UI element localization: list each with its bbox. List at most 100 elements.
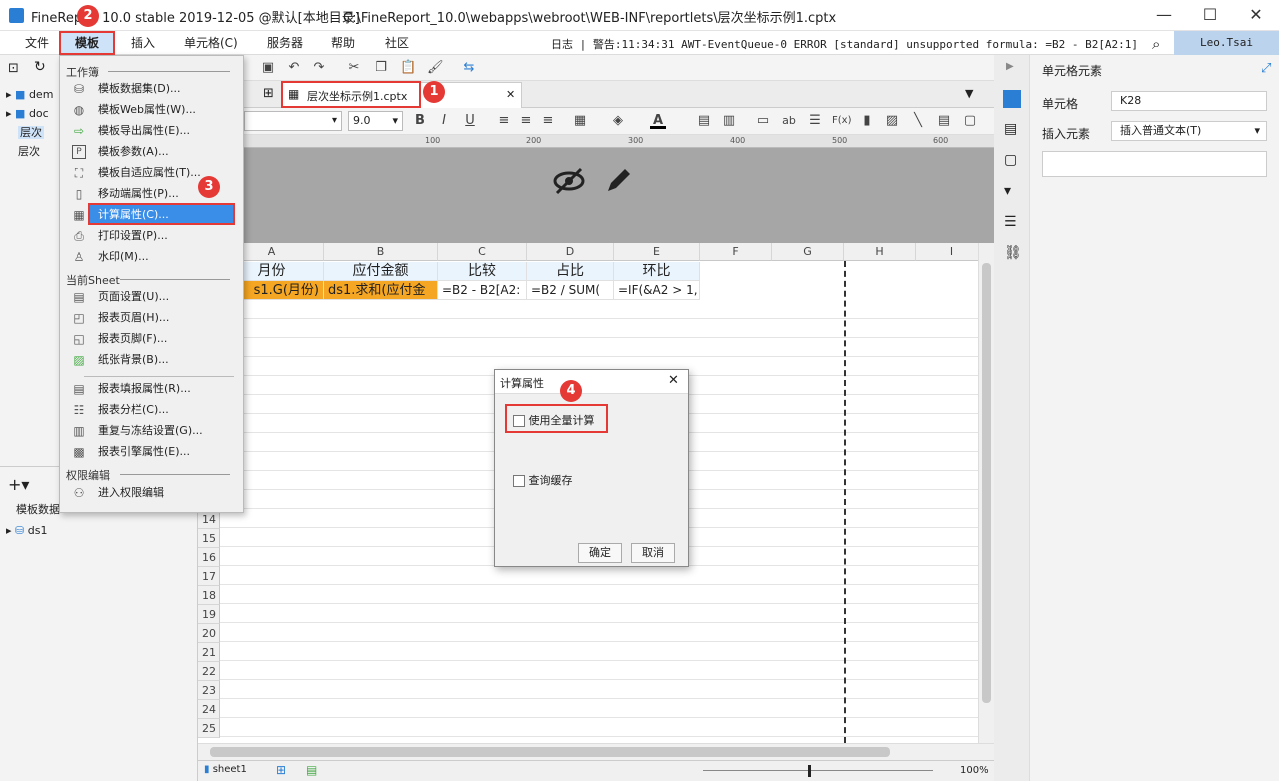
log-message[interactable]: 日志 | 警告:11:34:31 AWT-EventQueue-0 ERROR … — [551, 36, 1138, 52]
menu-item-print[interactable]: ⎙ 打印设置(P)... — [64, 226, 240, 246]
user-name[interactable]: Leo.Tsai — [1174, 31, 1279, 55]
row-header[interactable]: 24 — [198, 700, 220, 719]
collapse-icon[interactable]: ⤢ — [1261, 61, 1271, 76]
menu-item-header[interactable]: ◰ 报表页眉(H)... — [64, 308, 240, 328]
menu-item-export-attr[interactable]: ⇨ 模板导出属性(E)... — [64, 121, 240, 141]
align-center-icon[interactable]: ≡ — [518, 113, 534, 129]
row-header[interactable]: 15 — [198, 529, 220, 548]
save-icon[interactable]: ▣ — [260, 60, 276, 76]
sheet-tab[interactable]: ▮ sheet1 — [204, 764, 247, 775]
scroll-thumb[interactable] — [210, 747, 890, 757]
font-size-select[interactable]: 9.0 ▾ — [348, 111, 403, 131]
formula-icon[interactable]: F(x) — [832, 113, 851, 129]
menu-item-background[interactable]: ▨ 纸张背景(B)... — [64, 350, 240, 370]
slash-icon[interactable]: ╲ — [910, 113, 926, 129]
menu-insert[interactable]: 插入 — [125, 31, 161, 55]
menu-item-footer[interactable]: ◱ 报表页脚(F)... — [64, 329, 240, 349]
undo-icon[interactable]: ↶ — [286, 60, 302, 76]
cell-value-input[interactable] — [1042, 151, 1267, 177]
row-header[interactable]: 22 — [198, 662, 220, 681]
link-icon[interactable]: ⛓ — [1004, 245, 1022, 261]
add-sheet-icon[interactable]: ⊞ — [276, 763, 286, 777]
cell-b1[interactable]: 应付金额 — [324, 262, 438, 281]
cell-c2[interactable]: =B2 - B2[A2: — [438, 281, 527, 300]
menu-community[interactable]: 社区 — [379, 31, 415, 55]
menu-item-datasets[interactable]: ⛁ 模板数据集(D)... — [64, 79, 240, 99]
font-color-icon[interactable]: A — [650, 113, 666, 129]
cell-attr-icon[interactable]: ▤ — [1004, 121, 1017, 137]
refresh-icon[interactable]: ↻ — [34, 59, 46, 75]
column-header[interactable]: G — [772, 243, 844, 261]
cell-c1[interactable]: 比较 — [438, 262, 527, 281]
edit-icon[interactable] — [603, 164, 635, 196]
column-header[interactable]: H — [844, 243, 916, 261]
menu-item-parameters[interactable]: P 模板参数(A)... — [64, 142, 240, 162]
underline-icon[interactable]: U — [462, 113, 478, 129]
ok-button[interactable]: 确定 — [578, 543, 622, 563]
horizontal-scrollbar[interactable] — [198, 743, 994, 760]
menu-cell[interactable]: 单元格(C) — [178, 31, 244, 55]
menu-item-page-setup[interactable]: ▤ 页面设置(U)... — [64, 287, 240, 307]
richtext-icon[interactable]: ☰ — [807, 113, 823, 129]
tree-item[interactable]: 层次 — [6, 142, 53, 161]
zoom-handle[interactable] — [808, 765, 811, 777]
vertical-scrollbar[interactable] — [978, 243, 994, 743]
row-header[interactable]: 23 — [198, 681, 220, 700]
cell-field[interactable]: K28 — [1111, 91, 1267, 111]
menu-item-permission[interactable]: ⚇ 进入权限编辑 — [64, 483, 240, 503]
add-polysheet-icon[interactable]: ▤ — [306, 763, 317, 777]
dialog-close-icon[interactable]: ✕ — [668, 373, 679, 388]
row-header[interactable]: 20 — [198, 624, 220, 643]
border-icon[interactable]: ▦ — [572, 113, 588, 129]
subreport-icon[interactable]: ▤ — [936, 113, 952, 129]
merge-icon[interactable]: ▤ — [696, 113, 712, 129]
cancel-button[interactable]: 取消 — [631, 543, 675, 563]
menu-item-web-attr[interactable]: ◍ 模板Web属性(W)... — [64, 100, 240, 120]
widget-icon[interactable]: ▾ — [1004, 183, 1011, 199]
tab-close-icon[interactable]: ✕ — [506, 88, 515, 101]
dataset-item[interactable]: ▸ ⛁ ds1 — [6, 524, 47, 537]
menu-server[interactable]: 服务器 — [261, 31, 309, 55]
cell-e1[interactable]: 环比 — [614, 262, 700, 281]
fill-color-icon[interactable]: ◈ — [610, 113, 626, 129]
cell-d1[interactable]: 占比 — [527, 262, 614, 281]
column-header[interactable]: E — [614, 243, 700, 261]
column-header[interactable]: D — [527, 243, 614, 261]
column-header[interactable]: C — [438, 243, 527, 261]
insert-select[interactable]: 插入普通文本(T) ▾ — [1111, 121, 1267, 141]
scroll-thumb[interactable] — [982, 263, 991, 703]
query-cache-checkbox[interactable] — [513, 475, 525, 487]
switch-icon[interactable]: ⇆ — [461, 60, 477, 76]
tree-item[interactable]: ▸ ■ doc — [6, 104, 53, 123]
grid-icon[interactable]: ⊞ — [263, 86, 274, 101]
menu-help[interactable]: 帮助 — [325, 31, 361, 55]
menu-item-freeze[interactable]: ▥ 重复与冻结设置(G)... — [64, 421, 240, 441]
align-left-icon[interactable]: ≡ — [496, 113, 512, 129]
minimize-button[interactable]: — — [1141, 0, 1187, 31]
paste-icon[interactable]: 📋 — [400, 60, 416, 76]
cell-element-icon[interactable] — [1003, 90, 1021, 108]
maximize-button[interactable]: ☐ — [1187, 0, 1233, 31]
menu-item-engine[interactable]: ▩ 报表引擎属性(E)... — [64, 442, 240, 462]
align-right-icon[interactable]: ≡ — [540, 113, 556, 129]
cut-icon[interactable]: ✂ — [346, 60, 362, 76]
column-header[interactable]: B — [324, 243, 438, 261]
expand-icon[interactable]: ▶ — [1006, 61, 1014, 72]
condition-icon[interactable]: ☰ — [1004, 214, 1017, 230]
insert-line-icon[interactable]: ▭ — [755, 113, 771, 129]
bold-icon[interactable]: B — [412, 113, 428, 129]
row-header[interactable]: 21 — [198, 643, 220, 662]
column-header[interactable]: F — [700, 243, 772, 261]
query-cache-option[interactable]: 查询缓存 — [513, 472, 573, 488]
menu-item-columns[interactable]: ☷ 报表分栏(C)... — [64, 400, 240, 420]
row-header[interactable]: 17 — [198, 567, 220, 586]
add-dataset-icon[interactable]: +▾ — [8, 475, 29, 494]
chart-icon[interactable]: ▮ — [859, 113, 875, 129]
hide-icon[interactable] — [552, 166, 586, 196]
new-folder-icon[interactable]: ⊡ — [8, 61, 19, 76]
cell-d2[interactable]: =B2 / SUM( — [527, 281, 614, 300]
cell-e2[interactable]: =IF(&A2 > 1, — [614, 281, 700, 300]
text-icon[interactable]: ab — [781, 113, 797, 129]
unmerge-icon[interactable]: ▥ — [721, 113, 737, 129]
row-header[interactable]: 25 — [198, 719, 220, 738]
